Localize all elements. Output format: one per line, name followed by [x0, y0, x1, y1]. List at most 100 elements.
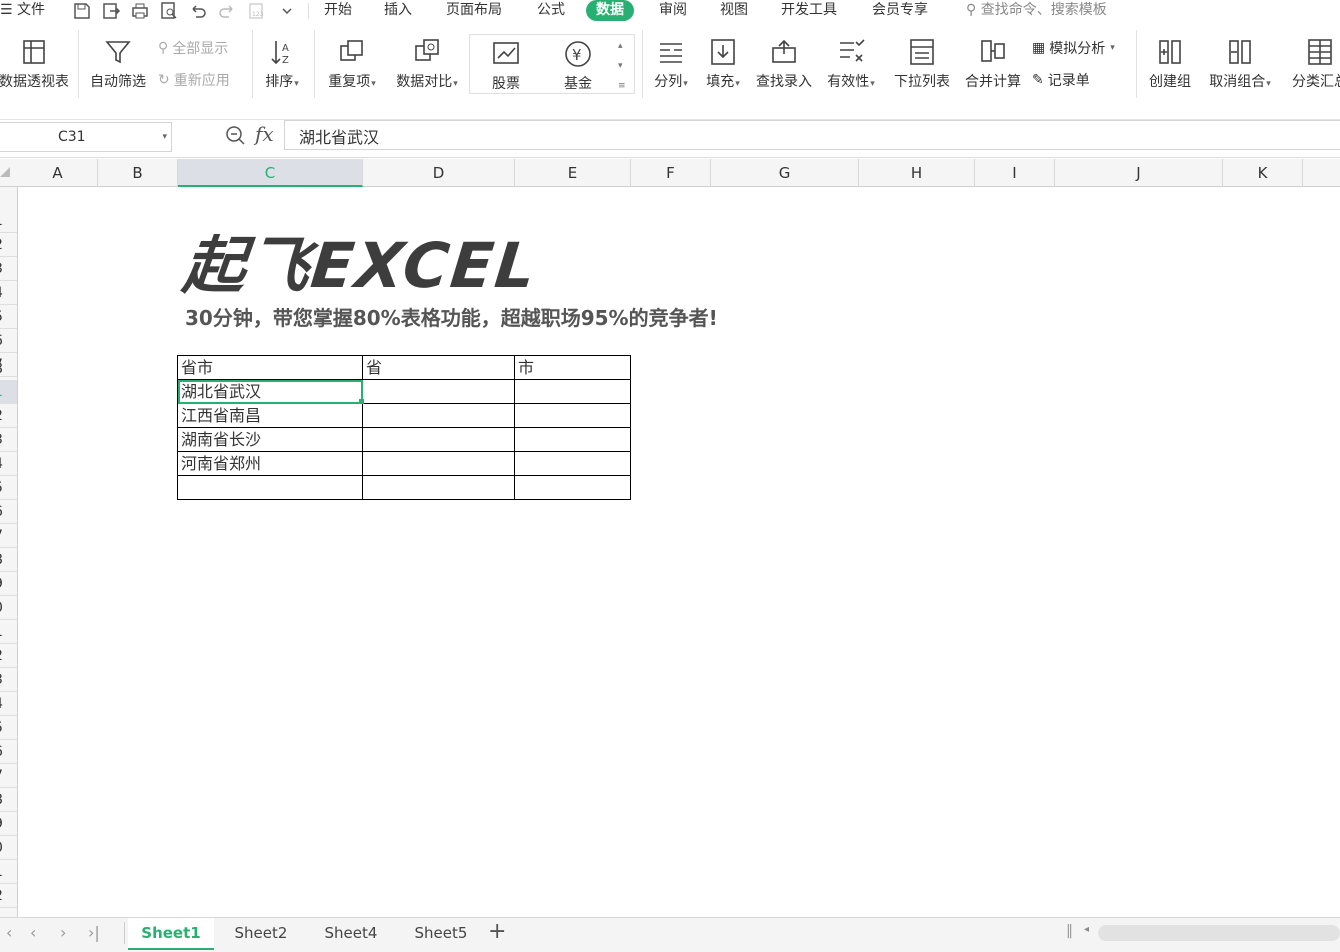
redo-icon[interactable] — [217, 1, 237, 21]
table-cell[interactable] — [514, 427, 631, 452]
split-column-button[interactable]: 分列▾ — [648, 36, 694, 94]
row-header[interactable]: 1 — [0, 209, 17, 233]
subtotal-button[interactable]: 分类汇总 — [1284, 36, 1340, 92]
print-preview-icon[interactable] — [159, 1, 179, 21]
pivot-table-button[interactable]: 数据透视表 — [0, 36, 76, 92]
column-header-j[interactable]: J — [1055, 159, 1223, 187]
row-header-selected[interactable]: 1 — [0, 380, 17, 404]
tab-data[interactable]: 数据 — [586, 0, 634, 21]
command-search[interactable]: ⚲ 查找命令、搜索模板 — [966, 0, 1107, 21]
fill-button[interactable]: 填充▾ — [700, 36, 746, 94]
quick-access-dropdown-icon[interactable] — [280, 1, 300, 21]
header-cell[interactable]: 省市 — [177, 355, 363, 380]
data-compare-button[interactable]: 数据对比▾ — [390, 36, 464, 94]
ungroup-button[interactable]: 取消组合▾ — [1204, 36, 1276, 94]
row-header[interactable]: 4 — [0, 692, 17, 716]
zoom-icon[interactable] — [224, 124, 246, 146]
table-cell[interactable] — [177, 475, 363, 500]
table-cell[interactable]: 湖南省长沙 — [177, 427, 363, 452]
last-sheet-icon[interactable]: ›| — [88, 923, 100, 942]
insert-function-icon[interactable]: fx — [255, 122, 274, 146]
sheet-tab-sheet1[interactable]: Sheet1 — [128, 918, 214, 950]
table-cell[interactable]: 河南省郑州 — [177, 451, 363, 476]
fill-handle[interactable] — [359, 399, 364, 404]
row-header[interactable]: 3 — [0, 257, 17, 281]
horizontal-scrollbar[interactable] — [1098, 925, 1340, 941]
row-header[interactable]: 3 — [0, 428, 17, 452]
column-header-h[interactable]: H — [859, 159, 975, 187]
consolidate-button[interactable]: 合并计算 — [960, 36, 1026, 92]
row-header[interactable]: 6 — [0, 740, 17, 764]
row-header[interactable]: 2 — [0, 404, 17, 428]
lookup-entry-button[interactable]: 查找录入 — [752, 36, 816, 92]
table-cell[interactable] — [362, 427, 515, 452]
print-icon[interactable] — [130, 1, 150, 21]
formula-input[interactable]: 湖北省武汉 — [284, 120, 1340, 150]
tab-review[interactable]: 审阅 — [659, 0, 687, 21]
row-header[interactable]: 2 — [0, 233, 17, 257]
tab-page-layout[interactable]: 页面布局 — [446, 0, 502, 21]
row-header[interactable]: 6 — [0, 500, 17, 524]
tab-member[interactable]: 会员专享 — [872, 0, 928, 21]
record-form-button[interactable]: ✎ 记录单 — [1032, 70, 1090, 90]
table-cell[interactable] — [362, 475, 515, 500]
tab-developer[interactable]: 开发工具 — [781, 0, 837, 21]
table-cell[interactable] — [514, 403, 631, 428]
row-header[interactable]: 7 — [0, 764, 17, 788]
sheet-tab-sheet2[interactable]: Sheet2 — [218, 918, 304, 950]
row-header[interactable]: 0 — [0, 836, 17, 860]
create-group-button[interactable]: 创建组 — [1144, 36, 1196, 92]
tab-insert[interactable]: 插入 — [384, 0, 412, 21]
validity-button[interactable]: 有效性▾ — [822, 36, 880, 94]
prev-sheet-icon[interactable]: ‹ — [30, 923, 36, 942]
undo-icon[interactable] — [188, 1, 208, 21]
autofilter-button[interactable]: 自动筛选 — [86, 36, 150, 92]
column-header-f[interactable]: F — [631, 159, 711, 187]
worksheet-grid[interactable]: 起飞EXCEL 30分钟，带您掌握80%表格功能，超越职场95%的竞争者! 省市… — [18, 187, 1340, 917]
table-cell[interactable] — [514, 451, 631, 476]
active-cell[interactable]: 湖北省武汉 — [177, 379, 363, 404]
row-header[interactable]: 8 — [0, 788, 17, 812]
save-icon[interactable] — [72, 1, 92, 21]
column-header-d[interactable]: D — [363, 159, 515, 187]
dropdown-list-button[interactable]: 下拉列表 — [890, 36, 954, 92]
gallery-scroll-icon[interactable]: ▴ ▾ ≡ — [618, 36, 626, 96]
sheet-tab-sheet4[interactable]: Sheet4 — [308, 918, 394, 950]
add-sheet-icon[interactable]: + — [488, 919, 506, 944]
scroll-split-icon[interactable]: ‖ — [1066, 923, 1073, 939]
scroll-left-icon[interactable]: ◂ — [1084, 924, 1089, 935]
select-all-corner-icon[interactable] — [0, 167, 10, 177]
row-header[interactable]: 7 — [0, 524, 17, 548]
sort-button[interactable]: AZ 排序▾ — [258, 36, 306, 94]
column-header-g[interactable]: G — [711, 159, 859, 187]
table-cell[interactable] — [514, 379, 631, 404]
name-box[interactable]: C31 ▾ — [0, 122, 172, 152]
row-header[interactable]: 9 — [0, 812, 17, 836]
row-header[interactable]: 4 — [0, 452, 17, 476]
reapply-button[interactable]: ↻ 重新应用 — [158, 70, 230, 90]
funds-button[interactable]: ¥ 基金 — [550, 38, 606, 94]
duplicates-button[interactable]: 重复项▾ — [322, 36, 382, 94]
row-header[interactable]: 3 — [0, 668, 17, 692]
tab-view[interactable]: 视图 — [720, 0, 748, 21]
column-header-i[interactable]: I — [975, 159, 1055, 187]
file-menu[interactable]: ☰ 文件 — [0, 0, 45, 21]
header-cell[interactable]: 省 — [362, 355, 515, 380]
row-header[interactable]: 6 — [0, 329, 17, 353]
row-header[interactable]: 8 — [0, 548, 17, 572]
table-cell[interactable] — [362, 379, 515, 404]
table-cell[interactable] — [362, 451, 515, 476]
name-box-dropdown-icon[interactable]: ▾ — [162, 123, 167, 151]
stocks-button[interactable]: 股票 — [478, 38, 534, 94]
row-header[interactable]: 5 — [0, 476, 17, 500]
row-header[interactable]: 1 — [0, 620, 17, 644]
tab-formulas[interactable]: 公式 — [537, 0, 565, 21]
row-header[interactable]: 5 — [0, 716, 17, 740]
show-all-button[interactable]: ⚲ 全部显示 — [158, 38, 228, 58]
table-cell[interactable]: 江西省南昌 — [177, 403, 363, 428]
row-header[interactable]: 8 — [0, 357, 17, 381]
sheet-tab-sheet5[interactable]: Sheet5 — [398, 918, 484, 950]
column-header-c[interactable]: C — [178, 159, 363, 187]
row-header[interactable]: 0 — [0, 596, 17, 620]
column-header-b[interactable]: B — [98, 159, 178, 187]
